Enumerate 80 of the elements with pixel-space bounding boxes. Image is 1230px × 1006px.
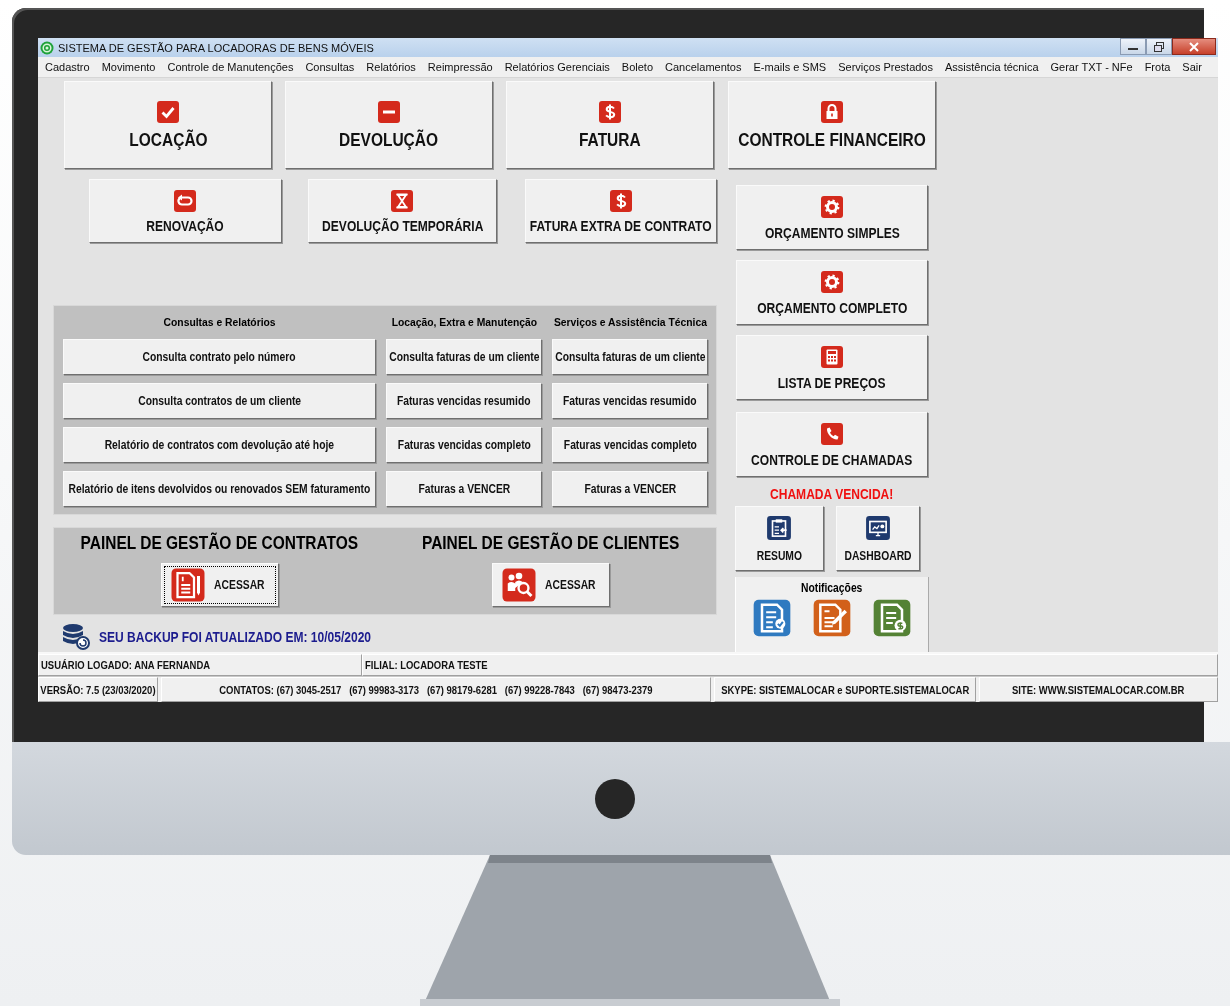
action-button[interactable]: LISTA DE PREÇOS xyxy=(736,335,928,400)
gear-icon xyxy=(820,269,844,294)
clipboard-icon xyxy=(766,514,792,541)
people-search-icon xyxy=(501,567,538,603)
report-button[interactable]: Relatório de itens devolvidos ou renovados SEM faturamento xyxy=(63,471,376,507)
shortcut-button[interactable]: RESUMO xyxy=(734,506,824,571)
menu-item[interactable]: Cancelamentos xyxy=(659,61,748,73)
status-contacts: CONTATOS: (67) 3045-2517 (67) 99983-3173 (67) 98179-6281 (67) 99228-7843 (67) 98473-2379 xyxy=(161,677,711,702)
action-button[interactable]: FATURA xyxy=(506,81,714,169)
action-button[interactable]: ORÇAMENTO SIMPLES xyxy=(736,185,928,250)
access-button[interactable]: ACESSAR xyxy=(160,563,279,607)
menu-item[interactable]: Sair xyxy=(1176,61,1208,73)
window-title: SISTEMA DE GESTÃO PARA LOCADORAS DE BENS MÓVEIS xyxy=(58,41,374,54)
lock-icon xyxy=(820,99,844,124)
report-button[interactable]: Faturas vencidas resumido xyxy=(386,383,542,419)
menu-item[interactable]: Gerar TXT - NFe xyxy=(1044,61,1139,73)
status-branch: FILIAL: LOCADORA TESTE xyxy=(362,654,1218,676)
notifications-title: Notificações xyxy=(800,581,864,595)
dollar-icon xyxy=(598,99,622,124)
menu-item[interactable]: E-mails e SMS xyxy=(747,61,833,73)
action-button[interactable]: CONTROLE FINANCEIRO xyxy=(728,81,936,169)
close-button[interactable] xyxy=(1172,38,1216,55)
action-button[interactable]: LOCAÇÃO xyxy=(64,81,272,169)
report-button[interactable]: Faturas vencidas completo xyxy=(552,427,708,463)
action-button[interactable]: RENOVAÇÃO xyxy=(89,179,282,243)
restore-button[interactable] xyxy=(1146,38,1172,55)
column-heading: Consultas e Relatórios xyxy=(162,316,277,329)
action-button[interactable]: FATURA EXTRA DE CONTRATO xyxy=(525,179,717,243)
report-button[interactable]: Faturas vencidas completo xyxy=(386,427,542,463)
panel-title: PAINEL DE GESTÃO DE CLIENTES xyxy=(420,533,681,554)
menu-item[interactable]: Cadastro xyxy=(39,61,96,73)
menu-item[interactable]: Consultas xyxy=(299,61,361,73)
menu-item[interactable]: Relatórios xyxy=(360,61,422,73)
report-button[interactable]: Faturas a VENCER xyxy=(386,471,542,507)
check-icon xyxy=(156,99,180,124)
report-button[interactable]: Consulta faturas de um cliente xyxy=(386,339,542,375)
menu-item[interactable]: Relatórios Gerenciais xyxy=(498,61,616,73)
action-button[interactable]: DEVOLUÇÃO xyxy=(285,81,493,169)
report-button[interactable]: Faturas vencidas resumido xyxy=(552,383,708,419)
gear-icon xyxy=(820,194,844,219)
action-button[interactable]: DEVOLUÇÃO TEMPORÁRIA xyxy=(307,179,497,243)
report-button[interactable]: Consulta contratos de um cliente xyxy=(63,383,376,419)
menu-item[interactable]: Assistência técnica xyxy=(939,61,1045,73)
report-button[interactable]: Consulta faturas de um cliente xyxy=(552,339,708,375)
database-icon xyxy=(61,623,91,651)
minimize-button[interactable] xyxy=(1120,38,1146,55)
menu-item[interactable]: Movimento xyxy=(95,61,162,73)
shortcut-button[interactable]: DASHBOARD xyxy=(835,506,920,571)
monitor-chart-icon xyxy=(864,514,891,541)
hourglass-icon xyxy=(390,188,415,213)
column-heading: Locação, Extra e Manutenção xyxy=(390,316,538,329)
panel-title: PAINEL DE GESTÃO DE CONTRATOS xyxy=(79,533,360,554)
menu-item[interactable]: Boleto xyxy=(615,61,660,73)
status-user: USUÁRIO LOGADO: ANA FERNANDA xyxy=(38,654,362,676)
action-button[interactable]: CONTROLE DE CHAMADAS xyxy=(736,412,928,477)
menu-item[interactable]: Serviços Prestados xyxy=(832,61,939,73)
status-version: VERSÃO: 7.5 (23/03/2020) xyxy=(38,677,158,702)
minus-icon xyxy=(377,99,401,124)
report-button[interactable]: Relatório de contratos com devolução até hoje xyxy=(63,427,376,463)
backup-message: SEU BACKUP FOI ATUALIZADO EM: 10/05/2020 xyxy=(99,629,373,645)
phone-icon xyxy=(820,421,844,446)
status-site: SITE: WWW.SISTEMALOCAR.COM.BR xyxy=(979,677,1218,702)
alert-message: CHAMADA VENCIDA! xyxy=(769,486,895,502)
document-pen-icon xyxy=(170,567,207,603)
menu-item[interactable]: Reimpressão xyxy=(421,61,499,73)
calculator-icon xyxy=(820,344,844,369)
status-skype: SKYPE: SISTEMALOCAR e SUPORTE.SISTEMALOCAR xyxy=(714,677,976,702)
close-icon xyxy=(1189,41,1199,52)
action-button[interactable]: ORÇAMENTO COMPLETO xyxy=(736,260,928,325)
menu-item[interactable]: Frota xyxy=(1138,61,1177,73)
restore-icon xyxy=(1154,41,1164,52)
column-heading: Serviços e Assistência Técnica xyxy=(552,316,708,329)
refresh-icon xyxy=(173,188,198,213)
app-logo-icon xyxy=(40,40,54,55)
report-button[interactable]: Faturas a VENCER xyxy=(552,471,708,507)
report-button[interactable]: Consulta contrato pelo número xyxy=(63,339,376,375)
logo-dot-icon xyxy=(593,776,637,821)
access-button[interactable]: ACESSAR xyxy=(491,563,610,607)
dollar-icon xyxy=(609,188,633,213)
menu-item[interactable]: Controle de Manutenções xyxy=(161,61,300,73)
